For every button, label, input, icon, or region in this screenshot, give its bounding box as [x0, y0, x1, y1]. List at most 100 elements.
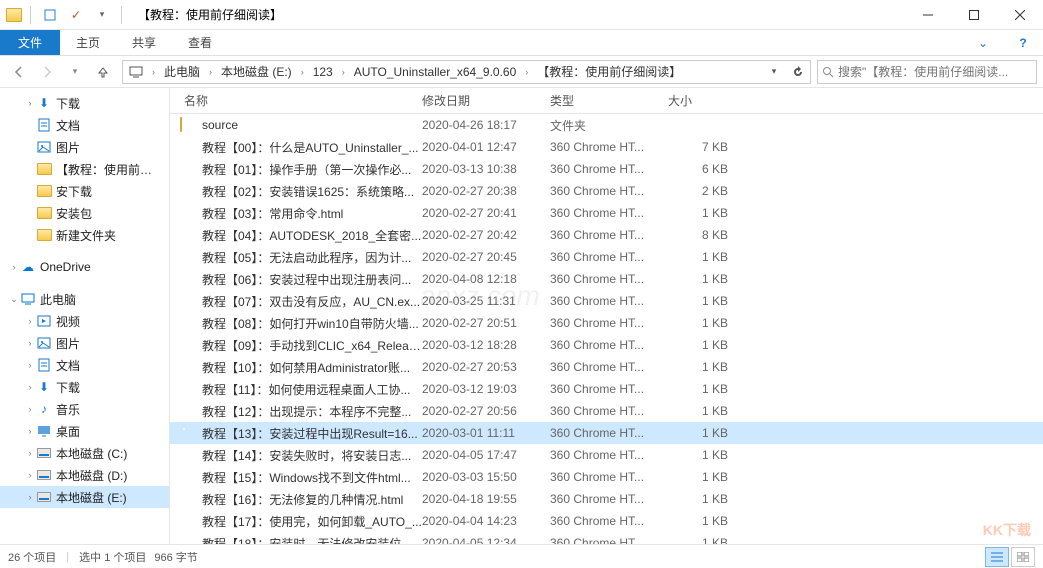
breadcrumb-seg-1[interactable]: 本地磁盘 (E:) — [215, 61, 298, 83]
file-row[interactable]: 教程【08】：如何打开win10自带防火墙...2020-02-27 20:51… — [170, 312, 1043, 334]
sidebar-item[interactable]: 【教程：使用前… — [0, 158, 169, 180]
sidebar-item[interactable]: 新建文件夹 — [0, 224, 169, 246]
view-details-button[interactable] — [985, 547, 1009, 567]
file-row[interactable]: 教程【03】：常用命令.html2020-02-27 20:41360 Chro… — [170, 202, 1043, 224]
nav-up-button[interactable] — [90, 59, 116, 85]
col-date[interactable]: 修改日期 — [422, 92, 550, 109]
qat-checkbox-icon[interactable]: ✓ — [65, 4, 87, 26]
qat-properties-icon[interactable] — [39, 4, 61, 26]
nav-forward-button[interactable] — [34, 59, 60, 85]
sidebar-item[interactable]: ⌄此电脑 — [0, 288, 169, 310]
file-row[interactable]: 教程【14】：安装失败时，将安装日志...2020-04-05 17:47360… — [170, 444, 1043, 466]
file-row[interactable]: 教程【02】：安装错误1625：系统策略...2020-02-27 20:383… — [170, 180, 1043, 202]
sidebar[interactable]: ›⬇下载文档图片【教程：使用前…安下载安装包新建文件夹›☁OneDrive⌄此电… — [0, 88, 170, 544]
file-type: 360 Chrome HT... — [550, 184, 668, 198]
file-row[interactable]: 教程【12】：出现提示：本程序不完整...2020-02-27 20:56360… — [170, 400, 1043, 422]
file-row[interactable]: 教程【09】：手动找到CLIC_x64_Releas...2020-03-12 … — [170, 334, 1043, 356]
addr-dropdown-icon[interactable]: ▾ — [762, 61, 786, 83]
breadcrumb-seg-3[interactable]: AUTO_Uninstaller_x64_9.0.60 — [348, 61, 523, 83]
nav-back-button[interactable] — [6, 59, 32, 85]
file-list[interactable]: source2020-04-26 18:17文件夹教程【00】：什么是AUTO_… — [170, 114, 1043, 544]
tree-label: 视频 — [56, 313, 80, 330]
sidebar-item[interactable]: ›本地磁盘 (C:) — [0, 442, 169, 464]
tree-icon — [36, 313, 52, 329]
sidebar-item[interactable]: ›☁OneDrive — [0, 256, 169, 278]
ribbon-tab-view[interactable]: 查看 — [172, 30, 228, 55]
expand-icon[interactable]: › — [24, 492, 36, 502]
sidebar-item[interactable]: 安装包 — [0, 202, 169, 224]
close-button[interactable] — [997, 0, 1043, 30]
expand-icon[interactable]: › — [24, 426, 36, 436]
file-row[interactable]: source2020-04-26 18:17文件夹 — [170, 114, 1043, 136]
chevron-right-icon[interactable]: › — [206, 67, 215, 77]
sidebar-item[interactable]: ›本地磁盘 (D:) — [0, 464, 169, 486]
file-row[interactable]: 教程【01】：操作手册（第一次操作必...2020-03-13 10:38360… — [170, 158, 1043, 180]
minimize-button[interactable] — [905, 0, 951, 30]
expand-icon[interactable]: › — [24, 338, 36, 348]
chevron-right-icon[interactable]: › — [149, 67, 158, 77]
file-row[interactable]: 教程【16】：无法修复的几种情况.html2020-04-18 19:55360… — [170, 488, 1043, 510]
ribbon-help-icon[interactable]: ? — [1003, 30, 1043, 55]
view-icons-button[interactable] — [1011, 547, 1035, 567]
file-row[interactable]: 教程【13】：安装过程中出现Result=16...2020-03-01 11:… — [170, 422, 1043, 444]
chevron-right-icon[interactable]: › — [522, 67, 531, 77]
ribbon-file-tab[interactable]: 文件 — [0, 30, 60, 55]
col-name[interactable]: 名称 — [170, 92, 422, 109]
file-type: 360 Chrome HT... — [550, 316, 668, 330]
file-row[interactable]: 教程【10】：如何禁用Administrator账...2020-02-27 2… — [170, 356, 1043, 378]
sidebar-item[interactable]: 图片 — [0, 136, 169, 158]
status-bar: 26 个项目 | 选中 1 个项目 966 字节 — [0, 544, 1043, 568]
breadcrumb-seg-2[interactable]: 123 — [307, 61, 339, 83]
chevron-right-icon[interactable]: › — [298, 67, 307, 77]
file-type: 360 Chrome HT... — [550, 426, 668, 440]
file-row[interactable]: 教程【07】：双击没有反应，AU_CN.ex...2020-03-25 11:3… — [170, 290, 1043, 312]
refresh-icon[interactable] — [786, 61, 810, 83]
nav-recent-dropdown[interactable]: ▾ — [62, 59, 88, 85]
file-row[interactable]: 教程【04】：AUTODESK_2018_全套密...2020-02-27 20… — [170, 224, 1043, 246]
qat-dropdown-icon[interactable]: ▾ — [91, 4, 113, 26]
expand-icon[interactable]: › — [24, 98, 36, 108]
address-bar[interactable]: › 此电脑 › 本地磁盘 (E:) › 123 › AUTO_Uninstall… — [122, 60, 811, 84]
sidebar-item[interactable]: ›⬇下载 — [0, 92, 169, 114]
breadcrumb-seg-4[interactable]: 【教程：使用前仔细阅读】 — [531, 61, 687, 83]
breadcrumb-seg-0[interactable]: 此电脑 — [158, 61, 206, 83]
sidebar-item[interactable]: ›♪音乐 — [0, 398, 169, 420]
expand-icon[interactable]: › — [24, 316, 36, 326]
ribbon-expand-icon[interactable]: ⌄ — [963, 30, 1003, 55]
maximize-button[interactable] — [951, 0, 997, 30]
expand-icon[interactable]: › — [24, 448, 36, 458]
sidebar-item[interactable]: ›本地磁盘 (E:) — [0, 486, 169, 508]
file-row[interactable]: 教程【15】：Windows找不到文件html...2020-03-03 15:… — [170, 466, 1043, 488]
file-row[interactable]: 教程【06】：安装过程中出现注册表问...2020-04-08 12:18360… — [170, 268, 1043, 290]
sidebar-item[interactable]: ›⬇下载 — [0, 376, 169, 398]
file-row[interactable]: 教程【00】：什么是AUTO_Uninstaller_...2020-04-01… — [170, 136, 1043, 158]
file-row[interactable]: 教程【18】：安装时，无法修改安装位...2020-04-05 12:34360… — [170, 532, 1043, 544]
file-size: 8 KB — [668, 228, 748, 242]
expand-icon[interactable]: › — [24, 404, 36, 414]
chevron-right-icon[interactable]: › — [339, 67, 348, 77]
search-box[interactable] — [817, 60, 1037, 84]
column-headers[interactable]: 名称 修改日期 类型 大小 — [170, 88, 1043, 114]
sidebar-item[interactable]: › 视频 — [0, 310, 169, 332]
sidebar-item[interactable]: 安下载 — [0, 180, 169, 202]
expand-icon[interactable]: › — [24, 360, 36, 370]
file-row[interactable]: 教程【11】：如何使用远程桌面人工协...2020-03-12 19:03360… — [170, 378, 1043, 400]
file-date: 2020-04-04 14:23 — [422, 514, 550, 528]
sidebar-item[interactable]: 文档 — [0, 114, 169, 136]
sidebar-item[interactable]: ›桌面 — [0, 420, 169, 442]
search-input[interactable] — [838, 65, 1032, 79]
file-row[interactable]: 教程【05】：无法启动此程序，因为计...2020-02-27 20:45360… — [170, 246, 1043, 268]
sidebar-item[interactable]: ›图片 — [0, 332, 169, 354]
ribbon-tab-home[interactable]: 主页 — [60, 30, 116, 55]
expand-icon[interactable]: › — [8, 262, 20, 272]
ribbon-tab-share[interactable]: 共享 — [116, 30, 172, 55]
sidebar-item[interactable]: ›文档 — [0, 354, 169, 376]
col-size[interactable]: 大小 — [668, 92, 748, 109]
expand-icon[interactable]: › — [24, 470, 36, 480]
expand-icon[interactable]: › — [24, 382, 36, 392]
addr-pc-icon[interactable] — [123, 61, 149, 83]
expand-icon[interactable]: ⌄ — [8, 294, 20, 305]
col-type[interactable]: 类型 — [550, 92, 668, 109]
file-name: 教程【02】：安装错误1625：系统策略... — [202, 183, 414, 200]
file-row[interactable]: 教程【17】：使用完，如何卸载_AUTO_...2020-04-04 14:23… — [170, 510, 1043, 532]
